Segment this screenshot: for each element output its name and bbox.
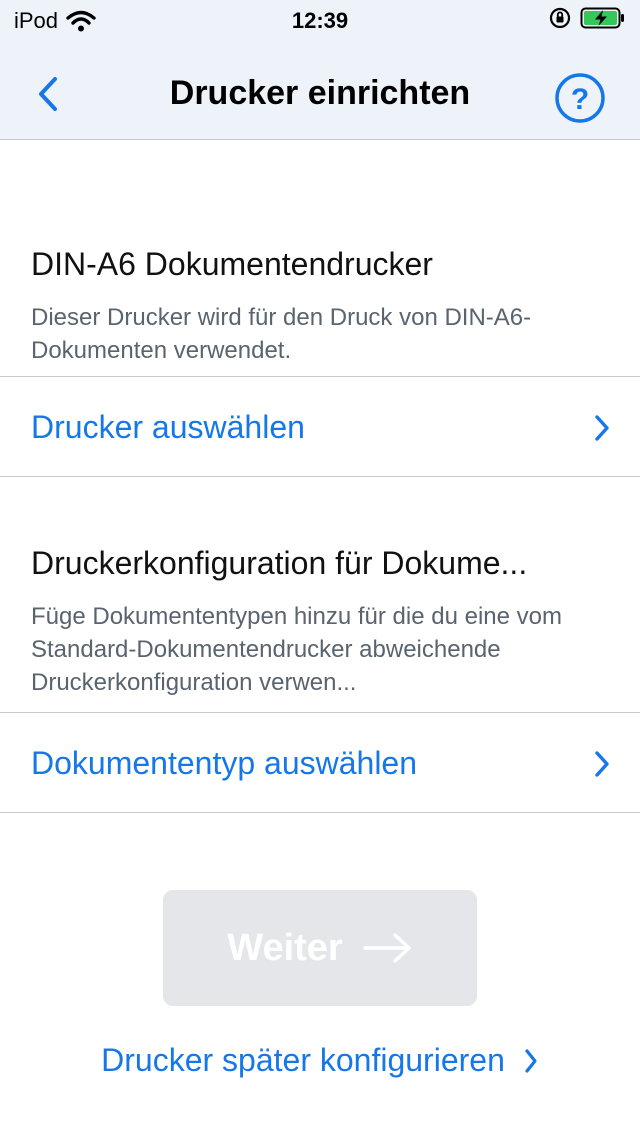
help-button[interactable]: ?	[554, 72, 606, 124]
orientation-lock-icon	[549, 7, 571, 29]
next-button[interactable]: Weiter	[163, 890, 477, 1006]
section-description-a6-printer: Dieser Drucker wird für den Druck von DI…	[31, 304, 532, 364]
chevron-right-icon	[595, 751, 609, 777]
question-circle-icon: ?	[555, 73, 605, 123]
configure-later-link[interactable]: Drucker später konfigurieren	[0, 1042, 640, 1079]
configure-later-label: Drucker später konfigurieren	[101, 1042, 505, 1078]
select-document-type-row[interactable]: Dokumententyp auswählen	[0, 714, 640, 812]
arrow-right-icon	[363, 933, 411, 963]
page-title: Drucker einrichten	[169, 74, 471, 112]
chevron-right-icon	[525, 1048, 537, 1073]
divider	[0, 812, 640, 813]
battery-charging-icon	[580, 7, 624, 29]
svg-text:?: ?	[571, 83, 589, 116]
next-button-label: Weiter	[227, 926, 343, 969]
section-title-printer-config: Druckerkonfiguration für Dokume...	[31, 545, 528, 581]
select-printer-label: Drucker auswählen	[31, 409, 305, 445]
divider	[0, 476, 640, 477]
divider	[0, 376, 640, 377]
divider	[0, 712, 640, 713]
status-bar: iPod 12:39	[0, 0, 640, 40]
status-bar-right	[548, 6, 626, 30]
section-title-a6-printer: DIN-A6 Dokumentendrucker	[31, 246, 433, 282]
navigation-bar: Drucker einrichten ?	[0, 40, 640, 140]
section-description-printer-config: Füge Dokumententypen hinzu für die du ei…	[31, 603, 562, 696]
status-time: 12:39	[291, 8, 349, 33]
select-document-type-label: Dokumententyp auswählen	[31, 745, 418, 781]
select-printer-row[interactable]: Drucker auswählen	[0, 378, 640, 476]
chevron-right-icon	[595, 415, 609, 441]
